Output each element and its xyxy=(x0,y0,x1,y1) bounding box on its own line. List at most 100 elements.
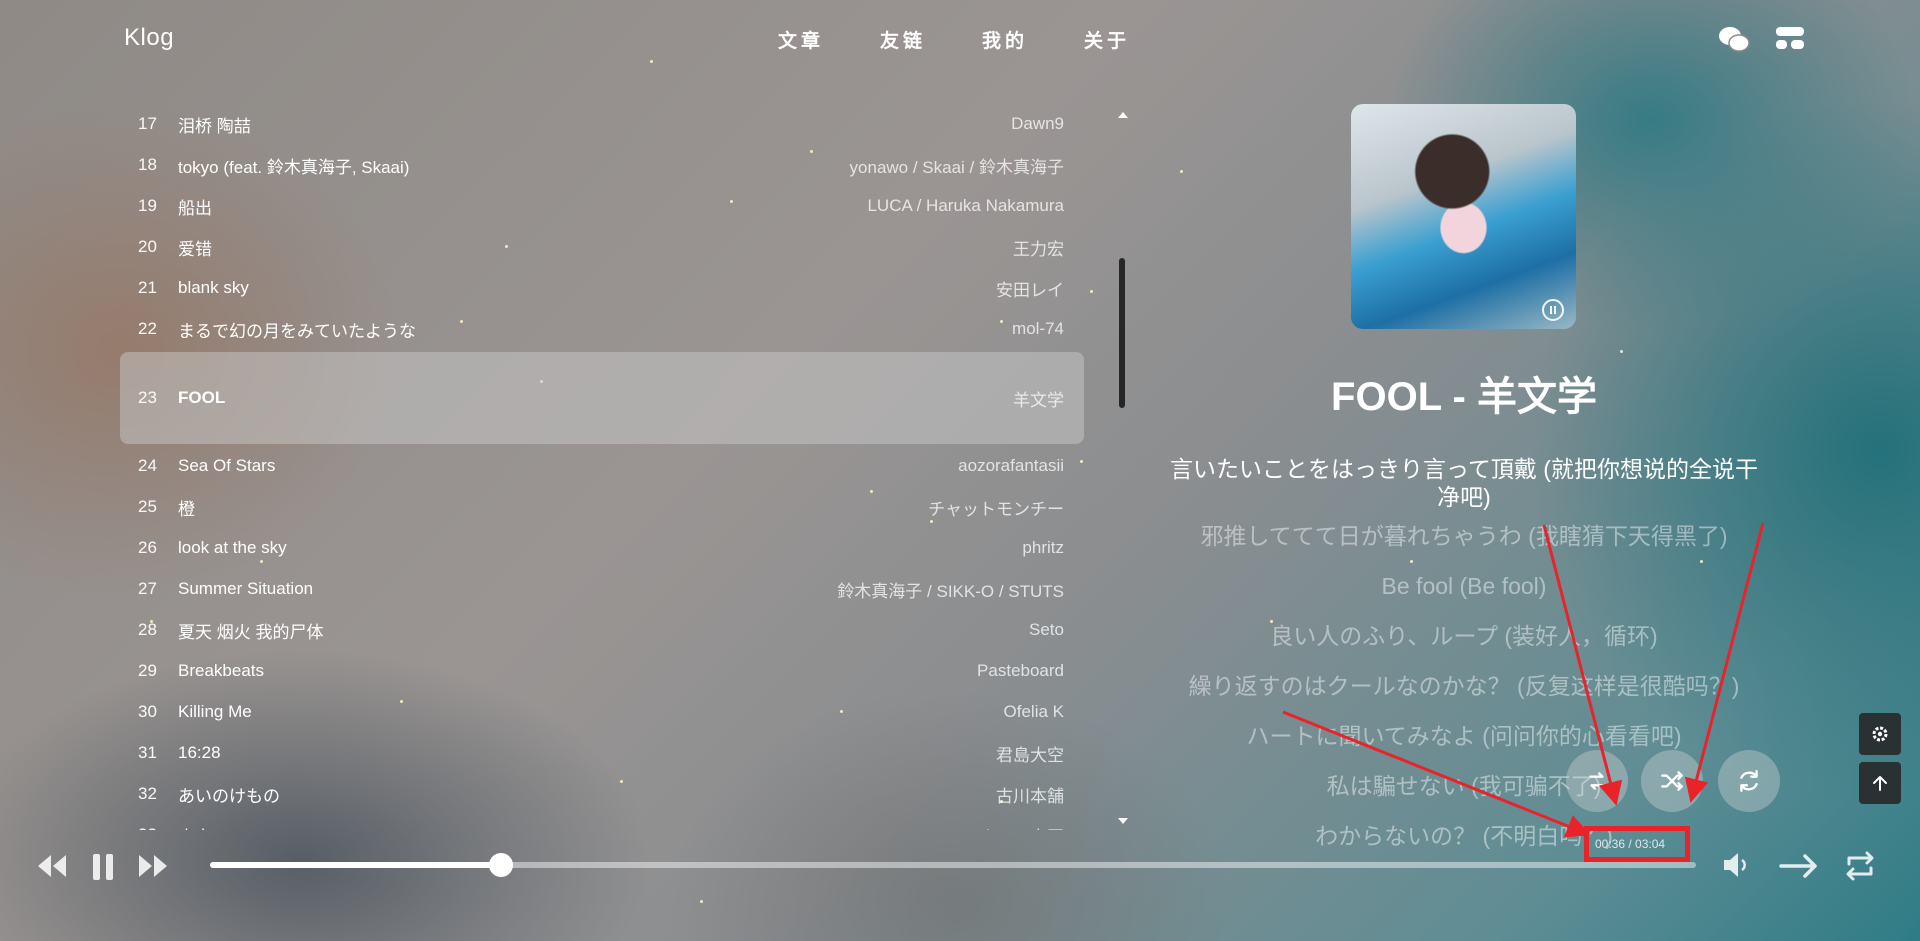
pause-icon xyxy=(93,854,113,880)
playlist-row[interactable]: 27 Summer Situation 鈴木真海子 / SIKK-O / STUTS xyxy=(120,569,1084,609)
playlist-row[interactable]: 26 look at the sky phritz xyxy=(120,528,1084,568)
brand-logo[interactable]: Klog xyxy=(124,24,174,52)
track-title: Sea Of Stars xyxy=(178,456,276,475)
playlist-scrollbar[interactable] xyxy=(1118,108,1130,824)
progress-bar[interactable] xyxy=(210,853,1696,877)
nav-articles[interactable]: 文章 xyxy=(778,26,824,53)
track-number: 25 xyxy=(138,497,157,516)
playlist-row[interactable]: 30 Killing Me Ofelia K xyxy=(120,692,1084,732)
track-title: Killing Me xyxy=(178,702,252,721)
track-title: Breakbeats xyxy=(178,661,264,680)
playlist-row[interactable]: 25 橙 チャットモンチー xyxy=(120,487,1084,527)
track-number: 19 xyxy=(138,196,157,215)
playlist-row[interactable]: 22 まるで幻の月をみていたような mol-74 xyxy=(120,309,1084,349)
track-artist: phritz xyxy=(1022,538,1064,557)
track-title: 泪桥 陶喆 xyxy=(178,116,251,136)
nav-mine[interactable]: 我的 xyxy=(982,26,1028,53)
track-number: 23 xyxy=(138,388,157,407)
track-number: 33 xyxy=(120,825,166,830)
menu-icon[interactable] xyxy=(1774,24,1808,54)
track-artist: 古川本舗 xyxy=(996,786,1064,806)
playlist-row[interactable]: 31 16:28 君島大空 xyxy=(120,733,1084,773)
wechat-icon[interactable] xyxy=(1717,24,1751,54)
scroll-down-icon[interactable] xyxy=(1118,818,1128,824)
album-cover[interactable] xyxy=(1351,104,1576,329)
playlist-row[interactable]: 21 blank sky 安田レイ xyxy=(120,268,1084,308)
pause-button[interactable] xyxy=(91,852,115,887)
repeat-icon xyxy=(1589,772,1605,790)
playlist[interactable]: 17 泪桥 陶喆 Dawn9 18 tokyo (feat. 鈴木真海子, Skaai)… xyxy=(120,104,1084,830)
track-artist: 安田レイ xyxy=(996,280,1064,300)
track-title: 橙 xyxy=(178,499,195,519)
repeat-button[interactable] xyxy=(1843,850,1877,887)
track-number: 26 xyxy=(138,538,157,557)
track-number: 17 xyxy=(138,114,157,133)
nav-friends[interactable]: 友链 xyxy=(880,26,926,53)
star-decoration xyxy=(700,900,703,903)
next-button[interactable] xyxy=(137,853,169,884)
track-title: 16:28 xyxy=(178,743,221,762)
song-title: FOOL - 羊文学 xyxy=(1331,375,1597,419)
playlist-row[interactable]: 33東京きのこ帝国 xyxy=(120,815,1084,830)
track-artist: Seto xyxy=(1029,620,1064,639)
lyric-line: 繰り返すのはクールなのかな？ (反复这样是很酷吗？) xyxy=(1188,673,1740,699)
repeat-one-mode-button[interactable] xyxy=(1566,750,1628,812)
lyric-line: 良い人のふり、ループ (装好人，循环) xyxy=(1270,623,1658,649)
star-decoration xyxy=(1180,170,1183,173)
fast-forward-icon xyxy=(139,855,167,877)
shuffle-mode-button[interactable] xyxy=(1641,750,1703,812)
track-artist: mol-74 xyxy=(1012,319,1064,338)
track-number: 22 xyxy=(138,319,157,338)
track-title: tokyo (feat. 鈴木真海子, Skaai) xyxy=(178,157,410,177)
back-to-top-button[interactable] xyxy=(1859,762,1901,804)
track-title: あいのけもの xyxy=(178,786,280,806)
shuffle-icon xyxy=(1661,771,1683,791)
playlist-row[interactable]: 18 tokyo (feat. 鈴木真海子, Skaai) yonawo / Ska… xyxy=(120,145,1084,185)
playlist-row[interactable]: 32 あいのけもの 古川本舗 xyxy=(120,774,1084,814)
track-number: 29 xyxy=(138,661,157,680)
track-title: FOOL xyxy=(178,388,226,407)
track-artist: yonawo / Skaai / 鈴木真海子 xyxy=(849,157,1064,177)
progress-knob[interactable] xyxy=(489,853,513,877)
lyric-line: Be fool (Be fool) xyxy=(1381,573,1547,599)
pause-icon[interactable] xyxy=(1542,299,1564,321)
repeat-icon xyxy=(1846,851,1874,881)
lyric-line: 邪推しててて日が暮れちゃうわ (我瞎猜下天得黑了) xyxy=(1200,523,1728,549)
volume-button[interactable] xyxy=(1722,851,1752,884)
playlist-row[interactable]: 29 Breakbeats Pasteboard xyxy=(120,651,1084,691)
track-artist: 羊文学 xyxy=(1013,390,1064,410)
track-title: Summer Situation xyxy=(178,579,314,598)
track-artist: Dawn9 xyxy=(1011,114,1064,133)
playlist-row[interactable]: 24 Sea Of Stars aozorafantasii xyxy=(120,446,1084,486)
track-title: 夏天 烟火 我的尸体 xyxy=(178,622,324,642)
loop-mode-button[interactable] xyxy=(1718,750,1780,812)
header: Klog 文章 友链 我的 关于 xyxy=(0,0,1920,78)
track-title: 船出 xyxy=(178,198,212,218)
track-title: look at the sky xyxy=(178,538,287,557)
track-title: blank sky xyxy=(178,278,249,297)
playlist-row[interactable]: 28 夏天 烟火 我的尸体 Seto xyxy=(120,610,1084,650)
track-artist: LUCA / Haruka Nakamura xyxy=(867,196,1064,215)
track-title: 東京 xyxy=(166,823,979,831)
track-title: 爱错 xyxy=(178,239,212,259)
order-mode-button[interactable] xyxy=(1779,853,1819,884)
previous-button[interactable] xyxy=(36,853,68,884)
settings-button[interactable] xyxy=(1859,713,1901,755)
star-decoration xyxy=(1620,350,1623,353)
playlist-row-active[interactable]: 23 FOOL 羊文学 xyxy=(120,352,1084,444)
rewind-icon xyxy=(38,855,66,877)
track-number: 20 xyxy=(138,237,157,256)
playlist-row[interactable]: 19 船出 LUCA / Haruka Nakamura xyxy=(120,186,1084,226)
annotation-box xyxy=(1584,826,1690,862)
arrow-right-icon xyxy=(1779,854,1817,878)
playlist-row[interactable]: 17 泪桥 陶喆 Dawn9 xyxy=(120,104,1084,144)
scroll-up-icon[interactable] xyxy=(1118,112,1128,118)
playlist-row[interactable]: 20 爱错 王力宏 xyxy=(120,227,1084,267)
arrow-up-icon xyxy=(1873,776,1887,791)
scroll-thumb[interactable] xyxy=(1119,258,1125,408)
refresh-icon xyxy=(1740,770,1758,792)
nav-about[interactable]: 关于 xyxy=(1084,26,1130,53)
track-number: 18 xyxy=(138,155,157,174)
progress-fill xyxy=(210,862,501,868)
volume-icon xyxy=(1724,853,1746,877)
